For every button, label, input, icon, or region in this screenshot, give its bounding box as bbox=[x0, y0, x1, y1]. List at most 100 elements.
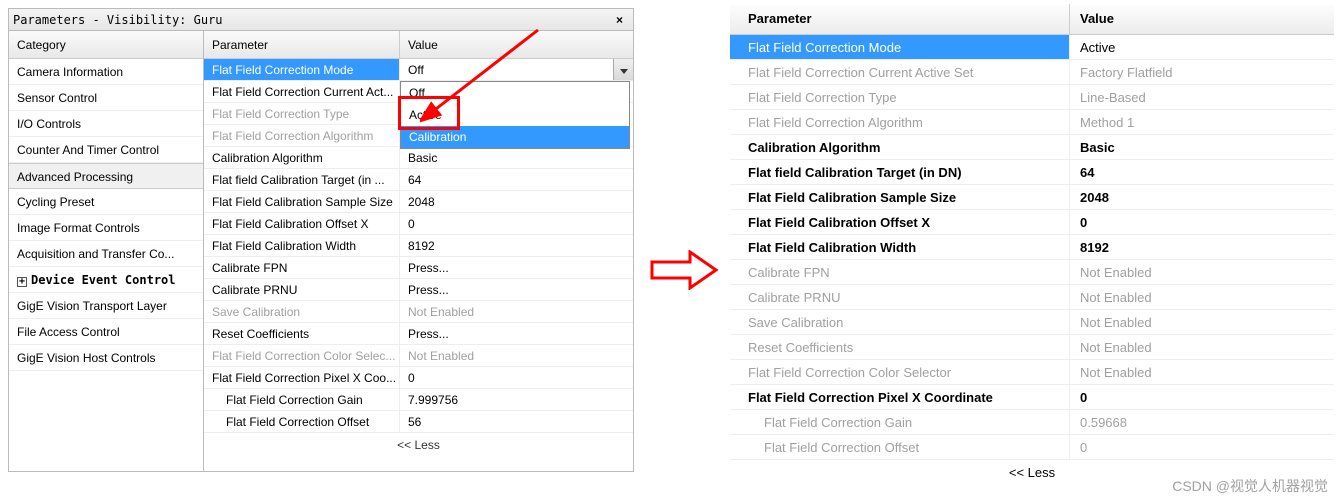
category-item[interactable]: +Device Event Control bbox=[9, 267, 203, 293]
right-row[interactable]: Calibrate PRNUNot Enabled bbox=[730, 285, 1334, 310]
right-param-value[interactable]: Factory Flatfield bbox=[1070, 60, 1334, 84]
close-icon[interactable]: × bbox=[612, 13, 627, 27]
category-item[interactable]: Image Format Controls bbox=[9, 215, 203, 241]
right-row[interactable]: Flat Field Correction AlgorithmMethod 1 bbox=[730, 110, 1334, 135]
category-item[interactable]: Camera Information bbox=[9, 59, 203, 85]
right-param-value[interactable]: 64 bbox=[1070, 160, 1334, 184]
param-name: Flat Field Calibration Width bbox=[204, 235, 400, 256]
right-param-value[interactable]: 0 bbox=[1070, 435, 1334, 459]
right-row[interactable]: Flat Field Calibration Offset X0 bbox=[730, 210, 1334, 235]
category-item[interactable]: File Access Control bbox=[9, 319, 203, 345]
category-item[interactable]: GigE Vision Transport Layer bbox=[9, 293, 203, 319]
param-value[interactable]: Press... bbox=[400, 257, 633, 278]
param-row[interactable]: Flat Field Calibration Offset X0 bbox=[204, 213, 633, 235]
right-row[interactable]: Calibrate FPNNot Enabled bbox=[730, 260, 1334, 285]
category-label: Cycling Preset bbox=[17, 195, 94, 209]
right-row[interactable]: Flat Field Correction Pixel X Coordinate… bbox=[730, 385, 1334, 410]
dropdown-option[interactable]: Active bbox=[401, 104, 629, 126]
param-value[interactable]: Not Enabled bbox=[400, 345, 633, 366]
parameters-window: Parameters - Visibility: Guru × Category… bbox=[8, 8, 634, 472]
right-row[interactable]: Flat Field Correction Offset0 bbox=[730, 435, 1334, 460]
right-value-header: Value bbox=[1070, 4, 1334, 34]
right-param-value[interactable]: Method 1 bbox=[1070, 110, 1334, 134]
param-row[interactable]: Flat Field Correction ModeOff bbox=[204, 59, 633, 81]
right-param-value[interactable]: 0.59668 bbox=[1070, 410, 1334, 434]
param-value[interactable]: 7.999756 bbox=[400, 389, 633, 410]
expand-plus-icon[interactable]: + bbox=[17, 277, 27, 287]
titlebar[interactable]: Parameters - Visibility: Guru × bbox=[9, 9, 633, 31]
param-name: Save Calibration bbox=[204, 301, 400, 322]
category-label: I/O Controls bbox=[17, 117, 81, 131]
param-value[interactable]: 0 bbox=[400, 367, 633, 388]
right-param-value[interactable]: Not Enabled bbox=[1070, 260, 1334, 284]
param-row[interactable]: Flat Field Calibration Sample Size2048 bbox=[204, 191, 633, 213]
right-row[interactable]: Reset CoefficientsNot Enabled bbox=[730, 335, 1334, 360]
right-row[interactable]: Flat Field Correction ModeActive bbox=[730, 35, 1334, 60]
param-row[interactable]: Calibrate FPNPress... bbox=[204, 257, 633, 279]
less-link[interactable]: << Less bbox=[204, 433, 633, 457]
param-row[interactable]: Save CalibrationNot Enabled bbox=[204, 301, 633, 323]
category-item[interactable]: Acquisition and Transfer Co... bbox=[9, 241, 203, 267]
right-row[interactable]: Save CalibrationNot Enabled bbox=[730, 310, 1334, 335]
param-row[interactable]: Flat Field Correction Color Selec...Not … bbox=[204, 345, 633, 367]
right-row[interactable]: Flat Field Correction Gain0.59668 bbox=[730, 410, 1334, 435]
param-value[interactable]: Not Enabled bbox=[400, 301, 633, 322]
right-param-value[interactable]: Not Enabled bbox=[1070, 285, 1334, 309]
param-value[interactable]: Off bbox=[400, 59, 633, 80]
right-row[interactable]: Flat Field Correction Current Active Set… bbox=[730, 60, 1334, 85]
param-row[interactable]: Flat Field Correction Pixel X Coo...0 bbox=[204, 367, 633, 389]
dropdown-popup[interactable]: OffActiveCalibration bbox=[400, 81, 630, 149]
category-label: File Access Control bbox=[17, 325, 120, 339]
category-item[interactable]: GigE Vision Host Controls bbox=[9, 345, 203, 371]
right-param-value[interactable]: Not Enabled bbox=[1070, 310, 1334, 334]
right-param-value[interactable]: 8192 bbox=[1070, 235, 1334, 259]
right-param-value[interactable]: Active bbox=[1070, 35, 1334, 59]
param-row[interactable]: Flat Field Correction Offset56 bbox=[204, 411, 633, 433]
right-param-value[interactable]: 0 bbox=[1070, 385, 1334, 409]
category-item[interactable]: Advanced Processing bbox=[9, 163, 203, 189]
param-name: Reset Coefficients bbox=[204, 323, 400, 344]
right-param-value[interactable]: Basic bbox=[1070, 135, 1334, 159]
param-header-row: Parameter Value bbox=[204, 31, 633, 59]
right-param-value[interactable]: 0 bbox=[1070, 210, 1334, 234]
right-param-name: Flat Field Correction Mode bbox=[730, 35, 1070, 59]
right-param-value[interactable]: Not Enabled bbox=[1070, 335, 1334, 359]
dropdown-option[interactable]: Off bbox=[401, 82, 629, 104]
category-item[interactable]: Sensor Control bbox=[9, 85, 203, 111]
category-list: Camera Information Sensor Control I/O Cont… bbox=[9, 59, 203, 471]
param-value[interactable]: 64 bbox=[400, 169, 633, 190]
dropdown-button[interactable] bbox=[613, 59, 633, 80]
category-item[interactable]: Cycling Preset bbox=[9, 189, 203, 215]
param-value[interactable]: Press... bbox=[400, 279, 633, 300]
param-row[interactable]: Flat Field Correction Gain7.999756 bbox=[204, 389, 633, 411]
param-value[interactable]: 2048 bbox=[400, 191, 633, 212]
category-label: Sensor Control bbox=[17, 91, 97, 105]
param-row[interactable]: Flat Field Calibration Width8192 bbox=[204, 235, 633, 257]
param-value[interactable]: 56 bbox=[400, 411, 633, 432]
right-row[interactable]: Calibration AlgorithmBasic bbox=[730, 135, 1334, 160]
right-param-value[interactable]: Line-Based bbox=[1070, 85, 1334, 109]
right-param-value[interactable]: Not Enabled bbox=[1070, 360, 1334, 384]
right-param-value[interactable]: 2048 bbox=[1070, 185, 1334, 209]
dropdown-option[interactable]: Calibration bbox=[401, 126, 629, 148]
category-item[interactable]: I/O Controls bbox=[9, 111, 203, 137]
right-row[interactable]: Flat Field Correction Color SelectorNot … bbox=[730, 360, 1334, 385]
category-item[interactable]: Counter And Timer Control bbox=[9, 137, 203, 163]
right-row[interactable]: Flat field Calibration Target (in DN)64 bbox=[730, 160, 1334, 185]
param-value[interactable]: 0 bbox=[400, 213, 633, 234]
param-row[interactable]: Flat field Calibration Target (in ...64 bbox=[204, 169, 633, 191]
param-row[interactable]: Calibrate PRNUPress... bbox=[204, 279, 633, 301]
right-row[interactable]: Flat Field Correction TypeLine-Based bbox=[730, 85, 1334, 110]
right-param-name: Calibration Algorithm bbox=[730, 135, 1070, 159]
param-value[interactable]: Basic bbox=[400, 147, 633, 168]
right-row[interactable]: Flat Field Calibration Width8192 bbox=[730, 235, 1334, 260]
right-param-name: Flat Field Correction Algorithm bbox=[730, 110, 1070, 134]
right-param-name: Save Calibration bbox=[730, 310, 1070, 334]
param-value[interactable]: Press... bbox=[400, 323, 633, 344]
param-row[interactable]: Reset CoefficientsPress... bbox=[204, 323, 633, 345]
right-row[interactable]: Flat Field Calibration Sample Size2048 bbox=[730, 185, 1334, 210]
param-row[interactable]: Calibration AlgorithmBasic bbox=[204, 147, 633, 169]
category-label: Advanced Processing bbox=[17, 170, 133, 184]
right-param-name: Flat Field Correction Type bbox=[730, 85, 1070, 109]
param-value[interactable]: 8192 bbox=[400, 235, 633, 256]
